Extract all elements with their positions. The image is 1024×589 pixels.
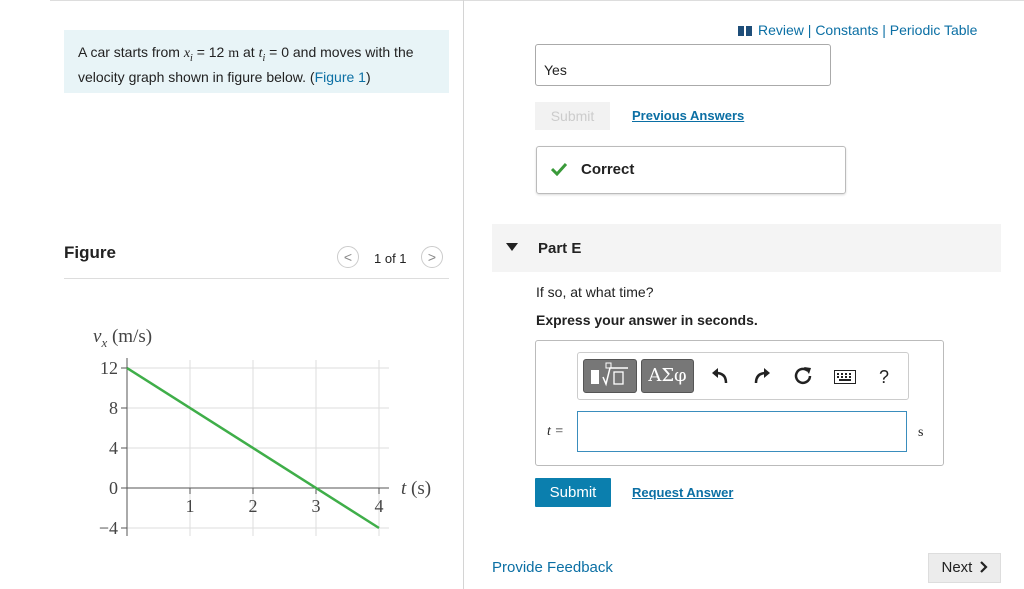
keyboard-icon[interactable] (834, 370, 856, 384)
y-tick-label: 12 (100, 358, 118, 378)
previous-answers-link[interactable]: Previous Answers (632, 108, 744, 123)
answer-input[interactable] (577, 411, 907, 452)
templates-button[interactable] (583, 359, 637, 393)
request-answer-link[interactable]: Request Answer (632, 485, 733, 500)
variable-label: t = (547, 424, 564, 439)
x-axis-label: t (s) (401, 478, 431, 499)
x-tick-label: 1 (186, 496, 195, 516)
problem-statement: A car starts from xi = 12 m at ti = 0 an… (64, 30, 449, 93)
provide-feedback-link[interactable]: Provide Feedback (492, 559, 613, 576)
checkmark-icon (551, 162, 567, 176)
figure-link[interactable]: Figure 1 (315, 69, 366, 85)
unit-label: s (918, 425, 924, 440)
y-tick-label: 8 (109, 398, 118, 418)
greek-symbols-button[interactable]: ΑΣφ (641, 359, 694, 393)
panel-divider (463, 0, 464, 589)
figure-divider (64, 278, 449, 279)
instruction-text: Express your answer in seconds. (536, 312, 758, 328)
top-border (50, 0, 1024, 1)
submit-button-disabled: Submit (535, 102, 610, 130)
templates-icon (591, 362, 628, 387)
y-tick-label: 4 (109, 438, 118, 458)
figure-count: 1 of 1 (374, 251, 407, 266)
resource-links[interactable]: Review | Constants | Periodic Table (738, 22, 977, 38)
x-tick-label: 3 (312, 496, 321, 516)
book-icon (738, 26, 752, 36)
undo-icon[interactable] (710, 367, 730, 385)
previous-answer-field: Yes (535, 44, 831, 86)
part-e-title: Part E (538, 240, 582, 257)
figure-next-button[interactable]: > (421, 246, 443, 268)
question-text: If so, at what time? (536, 284, 654, 300)
reset-icon[interactable] (793, 366, 813, 386)
next-label: Next (941, 559, 973, 576)
y-axis-label: vx (m/s) (93, 326, 152, 350)
next-button[interactable]: Next (928, 553, 1001, 583)
redo-icon[interactable] (752, 367, 772, 385)
chevron-right-icon (979, 561, 988, 573)
x-tick-label: 4 (375, 496, 384, 516)
y-tick-label: −4 (99, 518, 118, 538)
y-tick-label: 0 (109, 478, 118, 498)
velocity-graph: 12840−41 2 3 4vx (m/s)t (s) (93, 326, 431, 538)
submit-button[interactable]: Submit (535, 478, 611, 507)
caret-down-icon[interactable] (506, 243, 518, 251)
help-button[interactable]: ? (879, 367, 889, 388)
figure-title: Figure (64, 243, 116, 262)
x-tick-label: 2 (249, 496, 258, 516)
correct-label: Correct (581, 161, 635, 178)
figure-prev-button[interactable]: < (337, 246, 359, 268)
